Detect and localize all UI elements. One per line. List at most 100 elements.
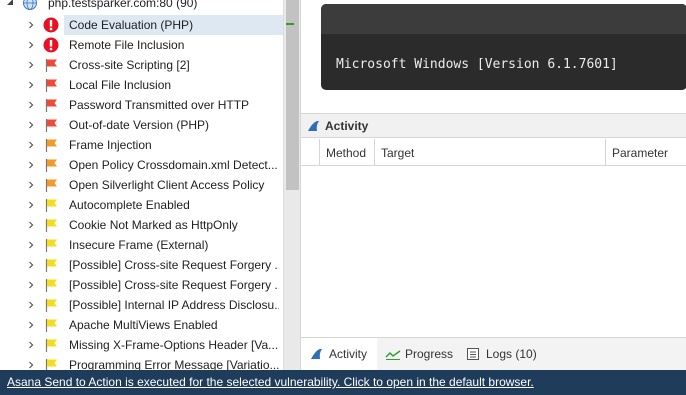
tree-item-label: Open Policy Crossdomain.xml Detect... bbox=[69, 158, 278, 172]
low-flag-icon bbox=[45, 359, 57, 370]
chevron-right-icon[interactable] bbox=[27, 201, 35, 209]
activity-panel-header: Activity bbox=[301, 114, 686, 138]
chevron-right-icon[interactable] bbox=[27, 41, 35, 49]
tree-item-label: Autocomplete Enabled bbox=[69, 198, 190, 212]
tree-item[interactable]: Out-of-date Version (PHP) bbox=[0, 115, 283, 135]
scroll-position-marker bbox=[286, 23, 294, 25]
column-header-parameter[interactable]: Parameter bbox=[605, 139, 686, 166]
tree-item-label: Programming Error Message [Variatio... bbox=[69, 358, 279, 370]
tree-item-label: [Possible] Internal IP Address Disclosu.… bbox=[69, 298, 279, 312]
tab-activity-label: Activity bbox=[329, 347, 368, 361]
chevron-right-icon[interactable] bbox=[27, 161, 35, 169]
activity-column-headers: Method Target Parameter bbox=[301, 139, 686, 166]
tree-item[interactable]: Frame Injection bbox=[0, 135, 283, 155]
medium-flag-icon bbox=[45, 139, 57, 152]
tree-item-label: Code Evaluation (PHP) bbox=[69, 18, 194, 32]
critical-alert-icon bbox=[43, 37, 59, 53]
chevron-right-icon[interactable] bbox=[27, 81, 35, 89]
tree-item[interactable]: Open Policy Crossdomain.xml Detect... bbox=[0, 155, 283, 175]
tree-item-label: Cross-site Scripting [2] bbox=[69, 58, 190, 72]
chevron-right-icon[interactable] bbox=[27, 301, 35, 309]
vulnerability-tree: php.testsparker.com:80 (90) Code Evaluat… bbox=[0, 0, 283, 370]
tab-progress-label: Progress bbox=[405, 347, 454, 361]
shark-fin-icon bbox=[308, 120, 319, 131]
critical-alert-icon bbox=[43, 17, 59, 33]
chevron-right-icon[interactable] bbox=[27, 221, 35, 229]
low-flag-icon bbox=[45, 279, 57, 292]
tree-item-label: Open Silverlight Client Access Policy bbox=[69, 178, 265, 192]
tree-item-label: Cookie Not Marked as HttpOnly bbox=[69, 218, 238, 232]
tree-item-label: Apache MultiViews Enabled bbox=[69, 318, 218, 332]
low-flag-icon bbox=[45, 219, 57, 232]
tab-activity[interactable]: Activity bbox=[301, 338, 377, 370]
status-message-link[interactable]: Asana Send to Action is executed for the… bbox=[7, 375, 534, 389]
tree-item-label: Missing X-Frame-Options Header [Va... bbox=[69, 338, 279, 352]
tree-item[interactable]: Local File Inclusion bbox=[0, 75, 283, 95]
chevron-right-icon[interactable] bbox=[27, 21, 35, 29]
tree-item[interactable]: Remote File Inclusion bbox=[0, 35, 283, 55]
tab-progress[interactable]: Progress bbox=[385, 338, 461, 370]
globe-icon bbox=[23, 0, 37, 10]
high-flag-icon bbox=[45, 99, 57, 112]
tree-item-label: Out-of-date Version (PHP) bbox=[69, 118, 210, 132]
chevron-right-icon[interactable] bbox=[27, 361, 35, 369]
tab-logs-label: Logs (10) bbox=[486, 347, 537, 361]
tree-item-label: Insecure Frame (External) bbox=[69, 238, 209, 252]
tree-item[interactable]: [Possible] Cross-site Request Forgery ..… bbox=[0, 275, 283, 295]
tree-root-label: php.testsparker.com:80 (90) bbox=[48, 0, 198, 10]
tree-item[interactable]: Insecure Frame (External) bbox=[0, 235, 283, 255]
tree-item[interactable]: [Possible] Cross-site Request Forgery ..… bbox=[0, 255, 283, 275]
tree-item[interactable]: Cross-site Scripting [2] bbox=[0, 55, 283, 75]
tree-item[interactable]: Apache MultiViews Enabled bbox=[0, 315, 283, 335]
tree-item-label: Remote File Inclusion bbox=[69, 38, 185, 52]
tree-item[interactable]: Programming Error Message [Variatio... bbox=[0, 355, 283, 370]
tree-item-label: Local File Inclusion bbox=[69, 78, 172, 92]
chevron-right-icon[interactable] bbox=[27, 121, 35, 129]
scrollbar-thumb[interactable] bbox=[286, 0, 299, 190]
tree-item[interactable]: Cookie Not Marked as HttpOnly bbox=[0, 215, 283, 235]
tree-item[interactable]: Missing X-Frame-Options Header [Va... bbox=[0, 335, 283, 355]
column-header-method[interactable]: Method bbox=[319, 139, 375, 166]
chevron-right-icon[interactable] bbox=[27, 241, 35, 249]
shark-fin-icon bbox=[311, 348, 322, 359]
chevron-right-icon[interactable] bbox=[27, 261, 35, 269]
tree-root-node[interactable]: php.testsparker.com:80 (90) bbox=[0, 0, 283, 13]
medium-flag-icon bbox=[45, 159, 57, 172]
tree-item-label: [Possible] Cross-site Request Forgery ..… bbox=[69, 278, 279, 292]
tree-item[interactable]: [Possible] Internal IP Address Disclosu.… bbox=[0, 295, 283, 315]
column-header-target[interactable]: Target bbox=[374, 139, 606, 166]
high-flag-icon bbox=[45, 59, 57, 72]
console-text: Microsoft Windows [Version 6.1.7601] bbox=[336, 57, 618, 72]
collapse-triangle-icon[interactable] bbox=[6, 0, 14, 6]
tree-scrollbar[interactable] bbox=[283, 0, 300, 370]
medium-flag-icon bbox=[45, 179, 57, 192]
tree-item-label: [Possible] Cross-site Request Forgery ..… bbox=[69, 258, 279, 272]
tab-logs[interactable]: Logs (10) bbox=[466, 338, 546, 370]
chevron-right-icon[interactable] bbox=[27, 341, 35, 349]
tree-item[interactable]: Open Silverlight Client Access Policy bbox=[0, 175, 283, 195]
chevron-right-icon[interactable] bbox=[27, 181, 35, 189]
low-flag-icon bbox=[45, 239, 57, 252]
right-pane: Microsoft Windows [Version 6.1.7601] Act… bbox=[300, 0, 686, 370]
status-bar: Asana Send to Action is executed for the… bbox=[0, 370, 686, 395]
chevron-right-icon[interactable] bbox=[27, 141, 35, 149]
logs-list-icon bbox=[467, 348, 479, 360]
chevron-right-icon[interactable] bbox=[27, 61, 35, 69]
chevron-right-icon[interactable] bbox=[27, 101, 35, 109]
progress-wave-icon bbox=[385, 350, 401, 360]
console-output: Microsoft Windows [Version 6.1.7601] bbox=[321, 4, 686, 90]
tree-item[interactable]: Password Transmitted over HTTP bbox=[0, 95, 283, 115]
low-flag-icon bbox=[45, 299, 57, 312]
chevron-right-icon[interactable] bbox=[27, 321, 35, 329]
activity-panel: Activity Method Target Parameter bbox=[301, 113, 686, 338]
low-flag-icon bbox=[45, 339, 57, 352]
low-flag-icon bbox=[45, 319, 57, 332]
activity-panel-title: Activity bbox=[325, 119, 369, 133]
tree-item[interactable]: Code Evaluation (PHP) bbox=[0, 15, 283, 35]
tree-item-label: Frame Injection bbox=[69, 138, 152, 152]
high-flag-icon bbox=[45, 79, 57, 92]
bottom-tab-bar: Activity Progress Logs (10) bbox=[301, 337, 686, 370]
chevron-right-icon[interactable] bbox=[27, 281, 35, 289]
low-flag-icon bbox=[45, 259, 57, 272]
tree-item[interactable]: Autocomplete Enabled bbox=[0, 195, 283, 215]
